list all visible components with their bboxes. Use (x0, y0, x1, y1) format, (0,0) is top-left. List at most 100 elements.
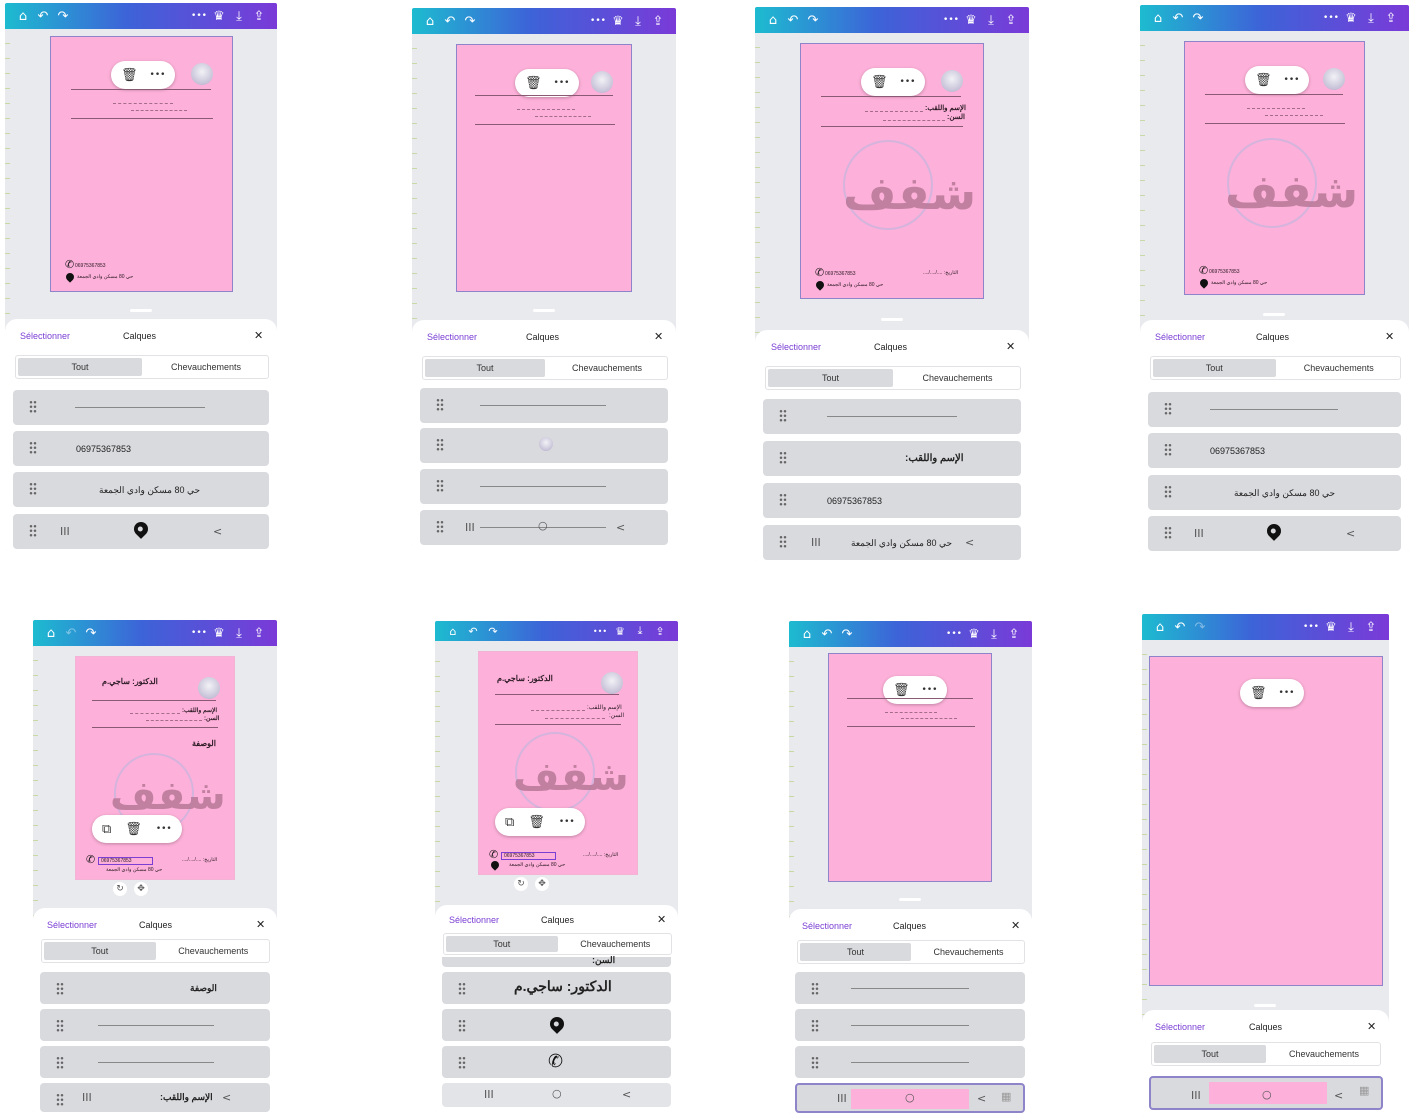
tab-overlap[interactable]: Chevauchements (1268, 1043, 1380, 1065)
rotate-icon[interactable]: ↻ (113, 882, 127, 896)
back-icon[interactable]: < (977, 1092, 986, 1105)
layer-row[interactable]: III ○ < (442, 1083, 671, 1107)
tab-all[interactable]: Tout (446, 936, 558, 952)
layer-row[interactable]: III < (1148, 516, 1401, 551)
layer-row[interactable] (795, 1009, 1025, 1041)
design-page[interactable]: الدكتور: ساجي.م الإسم واللقب: السن: شفف … (478, 651, 638, 875)
share-icon[interactable]: ⇪ (249, 9, 269, 24)
tab-overlap[interactable]: Chevauchements (158, 940, 270, 962)
back-icon[interactable]: < (616, 521, 625, 534)
grip-icon[interactable] (436, 438, 444, 452)
select-button[interactable]: Sélectionner (802, 921, 852, 931)
page-layer-row[interactable]: III ○ < ▦ (1149, 1076, 1383, 1110)
grip-icon[interactable] (1164, 443, 1172, 457)
grip-icon[interactable] (29, 400, 37, 414)
delete-icon[interactable]: 🗑 (1255, 73, 1272, 88)
design-page[interactable]: الدكتور: ساجي.م الإسم واللقب: السن: الوص… (75, 656, 235, 880)
drag-handle[interactable] (899, 898, 921, 901)
layer-row[interactable]: ✆ (442, 1046, 671, 1078)
download-icon[interactable]: ⤓ (229, 9, 249, 24)
tab-overlap[interactable]: Chevauchements (895, 367, 1020, 389)
back-icon[interactable]: < (622, 1088, 631, 1101)
more-icon[interactable]: ••• (189, 11, 209, 21)
more-options-icon[interactable]: ••• (150, 70, 166, 80)
more-icon[interactable]: ••• (944, 629, 964, 639)
layer-row[interactable] (420, 469, 668, 504)
layer-row[interactable] (763, 399, 1021, 434)
home-icon[interactable]: ⌂ (13, 9, 33, 24)
more-icon[interactable]: ••• (1301, 622, 1321, 632)
grip-icon[interactable] (56, 1019, 64, 1033)
share-icon[interactable]: ⇪ (1361, 620, 1381, 635)
undo-icon[interactable]: ↶ (33, 9, 53, 24)
redo-icon[interactable]: ↷ (460, 14, 480, 29)
layer-row[interactable] (40, 1009, 270, 1041)
select-button[interactable]: Sélectionner (427, 332, 477, 342)
copy-icon[interactable]: ⧉ (102, 822, 111, 837)
grip-icon[interactable] (458, 1019, 466, 1033)
grip-icon[interactable] (458, 1056, 466, 1070)
close-icon[interactable]: ✕ (654, 330, 663, 343)
layer-row[interactable] (442, 1009, 671, 1041)
layer-row[interactable] (795, 972, 1025, 1004)
more-icon[interactable]: ••• (590, 627, 610, 636)
home-icon[interactable]: ⌂ (443, 625, 463, 638)
grip-icon[interactable] (29, 482, 37, 496)
crown-icon[interactable]: ♛ (209, 9, 229, 24)
layer-row[interactable]: III < (13, 514, 269, 549)
redo-icon[interactable]: ↷ (53, 9, 73, 24)
recent-apps-icon[interactable]: III (811, 536, 821, 549)
grip-icon[interactable] (1164, 485, 1172, 499)
grip-icon[interactable] (29, 524, 37, 538)
undo-icon[interactable]: ↶ (1170, 620, 1190, 635)
tab-all[interactable]: Tout (800, 943, 911, 961)
layer-row[interactable] (420, 388, 668, 423)
recent-apps-icon[interactable]: III (1194, 527, 1204, 540)
home-icon[interactable]: ⌂ (1150, 620, 1170, 635)
close-icon[interactable]: ✕ (1367, 1020, 1376, 1033)
design-page[interactable]: 🗑 ••• (456, 44, 632, 292)
back-icon[interactable]: < (1346, 527, 1355, 540)
layer-row[interactable] (795, 1046, 1025, 1078)
more-icon[interactable]: ••• (1321, 13, 1341, 23)
download-icon[interactable]: ⤓ (630, 624, 650, 638)
layer-row[interactable]: السن: (442, 955, 671, 967)
drag-handle[interactable] (533, 309, 555, 312)
grip-icon[interactable] (436, 398, 444, 412)
undo-icon[interactable]: ↶ (463, 625, 483, 638)
design-page[interactable]: 🗑 ••• الإسم واللقب: السن: شفف ✆ 06975367… (800, 43, 984, 299)
close-icon[interactable]: ✕ (1385, 330, 1394, 343)
download-icon[interactable]: ⤓ (628, 14, 648, 29)
grip-icon[interactable] (56, 982, 64, 996)
grip-icon[interactable] (779, 409, 787, 423)
close-icon[interactable]: ✕ (1011, 919, 1020, 932)
redo-icon[interactable]: ↷ (803, 13, 823, 28)
crown-icon[interactable]: ♛ (608, 14, 628, 29)
layer-row[interactable]: حي 80 مسكن وادي الجمعة (1148, 475, 1401, 510)
undo-icon[interactable]: ↶ (817, 627, 837, 642)
home-icon[interactable]: ⌂ (763, 13, 783, 28)
home-nav-icon[interactable]: ○ (552, 1087, 562, 1100)
move-icon[interactable]: ✥ (134, 882, 148, 896)
crown-icon[interactable]: ♛ (209, 626, 229, 641)
share-icon[interactable]: ⇪ (650, 625, 670, 638)
undo-icon[interactable]: ↶ (783, 13, 803, 28)
home-nav-icon[interactable]: ○ (538, 519, 548, 532)
copy-icon[interactable]: ⧉ (505, 815, 514, 830)
tab-overlap[interactable]: Chevauchements (547, 357, 667, 379)
drag-handle[interactable] (1263, 313, 1285, 316)
tab-all[interactable]: Tout (1154, 1045, 1266, 1063)
grip-icon[interactable] (811, 1019, 819, 1033)
download-icon[interactable]: ⤓ (229, 626, 249, 641)
crown-icon[interactable]: ♛ (1321, 620, 1341, 635)
design-page[interactable]: 🗑 ••• (1149, 656, 1383, 986)
delete-icon[interactable]: 🗑 (1250, 686, 1267, 701)
more-options-icon[interactable]: ••• (922, 685, 938, 695)
share-icon[interactable]: ⇪ (648, 14, 668, 29)
grip-icon[interactable] (436, 479, 444, 493)
layer-row[interactable]: III الإسم واللقب: < (40, 1083, 270, 1112)
redo-icon[interactable]: ↷ (1188, 11, 1208, 26)
undo-icon[interactable]: ↶ (440, 14, 460, 29)
layer-row[interactable]: الوصفة (40, 972, 270, 1004)
select-button[interactable]: Sélectionner (771, 342, 821, 352)
